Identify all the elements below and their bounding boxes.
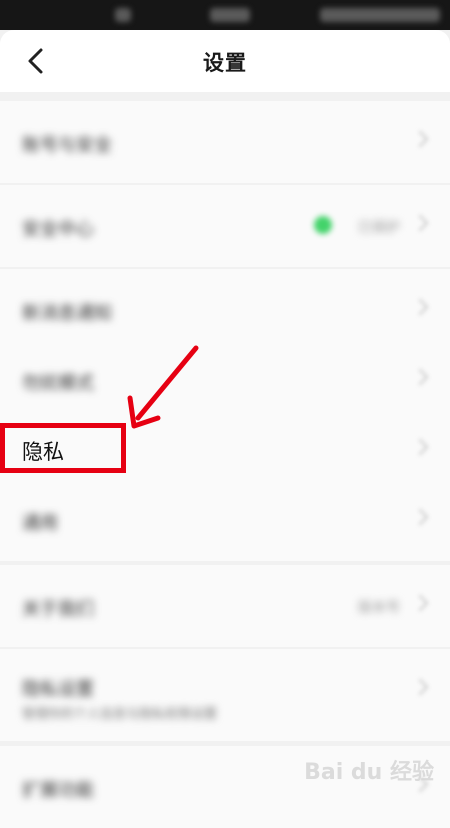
settings-row-label: 账号与安全 bbox=[22, 135, 112, 156]
chevron-right-icon bbox=[411, 298, 429, 316]
settings-row-value: 已保护 bbox=[358, 220, 400, 236]
status-icon bbox=[210, 8, 250, 22]
chevron-right-icon bbox=[411, 438, 429, 456]
settings-row-value: 版本号 bbox=[358, 600, 400, 616]
chevron-right-icon bbox=[411, 678, 429, 696]
settings-row-label: 隐私设置 bbox=[22, 679, 94, 700]
annotation-arrow-icon bbox=[127, 345, 199, 429]
settings-row-label: 关于我们 bbox=[22, 599, 94, 620]
status-dot-icon bbox=[314, 216, 332, 234]
settings-row[interactable]: 安全中心 已保护 bbox=[0, 185, 450, 267]
settings-row[interactable]: 隐私设置 管理你的个人信息与隐私权限设置 bbox=[0, 649, 450, 741]
settings-row-label: 新消息通知 bbox=[22, 303, 112, 324]
settings-row-label: 扩展功能 bbox=[22, 780, 94, 801]
chevron-right-icon bbox=[411, 594, 429, 612]
settings-row-sublabel: 管理你的个人信息与隐私权限设置 bbox=[22, 707, 218, 722]
settings-row[interactable]: 通用 bbox=[0, 479, 450, 561]
nav-bar: 设置 bbox=[0, 30, 450, 92]
status-bar bbox=[0, 0, 450, 30]
settings-row-label: 通用 bbox=[22, 513, 58, 534]
settings-row[interactable]: 关于我们 版本号 bbox=[0, 565, 450, 647]
watermark: Bai du 经验 bbox=[304, 760, 434, 785]
status-icon bbox=[320, 8, 440, 22]
chevron-right-icon bbox=[411, 508, 429, 526]
highlight-box bbox=[0, 423, 126, 473]
settings-row[interactable]: 账号与安全 bbox=[0, 101, 450, 183]
settings-row-label: 安全中心 bbox=[22, 219, 94, 240]
settings-row-label: 勿扰模式 bbox=[22, 373, 94, 394]
chevron-right-icon bbox=[411, 130, 429, 148]
page-title: 设置 bbox=[203, 51, 247, 75]
chevron-right-icon bbox=[411, 368, 429, 386]
status-icon bbox=[115, 8, 131, 22]
chevron-right-icon bbox=[411, 214, 429, 232]
